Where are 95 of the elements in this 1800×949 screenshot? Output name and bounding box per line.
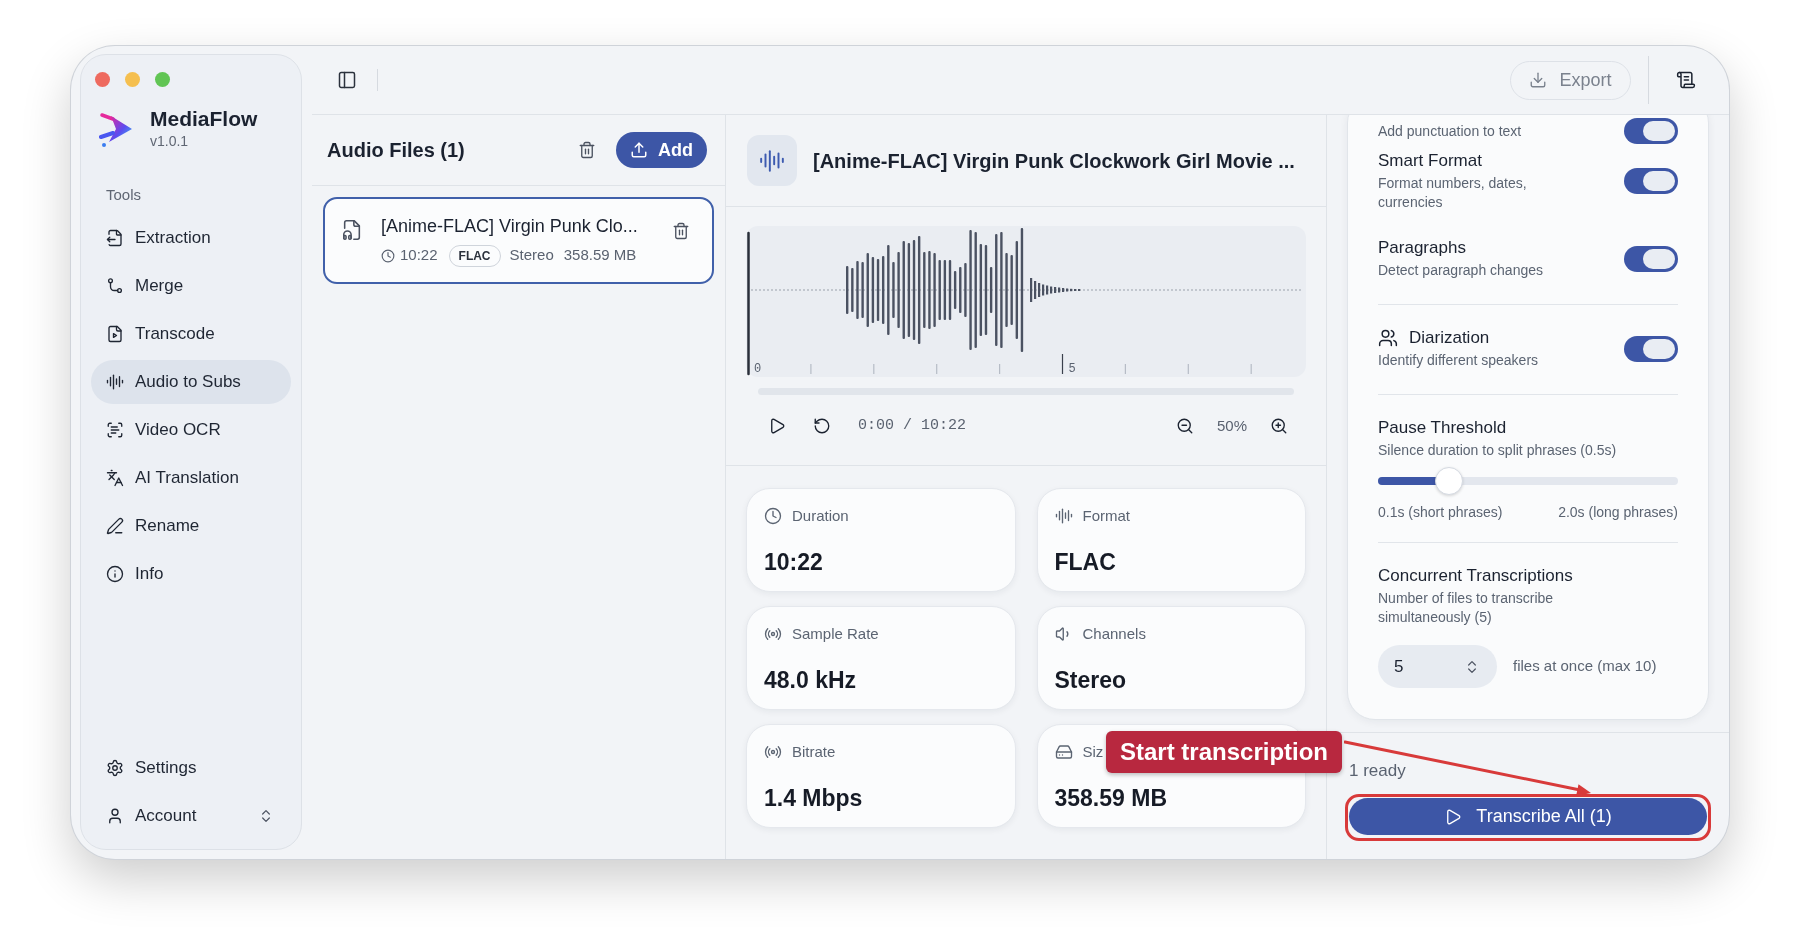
- setting-title: Concurrent Transcriptions: [1378, 565, 1573, 587]
- waveform-icon: [747, 135, 797, 186]
- upload-icon: [630, 141, 648, 159]
- slider-track[interactable]: [1378, 467, 1678, 495]
- sidebar-item[interactable]: Info: [91, 552, 291, 596]
- setting-description: Detect paragraph changes: [1378, 261, 1543, 280]
- broadcast-icon: [764, 625, 782, 643]
- channels-text: Stereo: [509, 245, 554, 266]
- toggle-switch[interactable]: [1624, 245, 1678, 272]
- setting-title: Pause Threshold: [1378, 417, 1507, 439]
- add-button[interactable]: Add: [616, 132, 707, 168]
- sidebar-item[interactable]: Rename: [91, 504, 291, 548]
- scroll-icon[interactable]: [1676, 70, 1696, 90]
- info-label: Siz: [1082, 741, 1104, 762]
- info-label: Channels: [1082, 623, 1146, 644]
- download-icon: [1529, 71, 1548, 89]
- info-label: Sample Rate: [792, 623, 879, 644]
- users-icon: [1378, 328, 1398, 348]
- sidebar-item[interactable]: Settings: [91, 746, 291, 790]
- clock-icon: [381, 248, 395, 263]
- waveform-icon: [106, 373, 124, 391]
- toggle-switch[interactable]: [1624, 168, 1678, 194]
- duration-text: 10:22: [400, 245, 438, 266]
- setting-description: Format numbers, dates, currencies: [1378, 174, 1528, 212]
- sidebar-item[interactable]: Extraction: [91, 216, 291, 260]
- status-text: 1 ready: [1349, 761, 1406, 781]
- play-icon: [1444, 807, 1463, 826]
- file-name: [Anime-FLAC] Virgin Punk Clo...: [381, 214, 638, 237]
- transcribe-all-button[interactable]: Transcribe All (1): [1349, 798, 1707, 835]
- app-name: MediaFlow: [150, 107, 258, 131]
- info-icon: [106, 565, 124, 583]
- scan-text-icon: [106, 421, 124, 439]
- playhead-line[interactable]: [747, 231, 750, 376]
- info-value: 10:22: [764, 548, 823, 576]
- field-suffix: files at once (max 10): [1513, 656, 1657, 677]
- setting-title: Paragraphs: [1378, 237, 1466, 259]
- audio-file-item[interactable]: [Anime-FLAC] Virgin Punk Clo... 10:22 FLAC Stereo 358.59 MB: [323, 197, 714, 284]
- setting-title: Diarization: [1409, 327, 1490, 349]
- section-label: Tools: [106, 185, 142, 205]
- hard-drive-icon: [1054, 743, 1073, 761]
- sidebar-item[interactable]: Video OCR: [91, 408, 291, 452]
- trash-icon[interactable]: [672, 222, 690, 240]
- file-size-text: 358.59 MB: [563, 245, 637, 266]
- file-title: [Anime-FLAC] Virgin Punk Clockwork Girl Movie ...: [813, 148, 1295, 174]
- setting-description: Identify different speakers: [1378, 351, 1539, 370]
- settings-icon: [106, 759, 124, 777]
- info-label: Format: [1082, 505, 1130, 526]
- setting-description: Number of files to transcribe simultaneously (5): [1378, 589, 1555, 627]
- zoom-in-icon[interactable]: [1270, 417, 1288, 435]
- slider-thumb[interactable]: [1435, 467, 1464, 495]
- file-arrow-icon: [106, 229, 124, 247]
- file-play-icon: [106, 325, 124, 343]
- panel-title: Audio Files (1): [327, 138, 465, 163]
- logo-icon: [99, 110, 133, 148]
- branch-icon: [106, 277, 124, 295]
- close-window-button[interactable]: [95, 72, 110, 87]
- info-label: Duration: [792, 505, 849, 526]
- user-icon: [106, 807, 124, 825]
- broadcast-icon: [764, 743, 782, 761]
- time-label: 5: [1068, 362, 1076, 376]
- setting-description: Add punctuation to text: [1378, 121, 1522, 141]
- time-display: 0:00 / 10:22: [858, 415, 967, 436]
- slider-max-label: 2.0s (long phrases): [1558, 503, 1678, 522]
- sidebar-item[interactable]: Audio to Subs: [91, 360, 291, 404]
- translate-icon: [106, 469, 124, 487]
- waveform-icon: [1054, 507, 1073, 525]
- info-value: 1.4 Mbps: [764, 784, 863, 812]
- rotate-left-icon[interactable]: [813, 417, 831, 435]
- pen-icon: [106, 517, 124, 535]
- setting-description: Silence duration to split phrases (0.5s): [1378, 441, 1618, 460]
- number-field[interactable]: 5: [1378, 645, 1497, 688]
- waveform-panel[interactable]: 0 5: [746, 226, 1306, 377]
- slider-min-label: 0.1s (short phrases): [1378, 503, 1503, 522]
- info-value: Stereo: [1054, 666, 1127, 694]
- info-value: 358.59 MB: [1054, 784, 1167, 812]
- sidebar-item[interactable]: AI Translation: [91, 456, 291, 500]
- toggle-switch[interactable]: [1624, 118, 1678, 144]
- toggle-switch[interactable]: [1624, 335, 1678, 362]
- info-value: FLAC: [1054, 548, 1116, 576]
- play-icon[interactable]: [768, 417, 786, 435]
- clock-icon: [764, 507, 782, 525]
- file-headphones-icon: [341, 219, 363, 241]
- account-menu-button[interactable]: Account: [91, 794, 291, 838]
- zoom-out-icon[interactable]: [1175, 417, 1194, 435]
- setting-title: Smart Format: [1378, 150, 1482, 172]
- sidebar-toggle-icon[interactable]: [337, 70, 357, 90]
- sidebar-item[interactable]: Merge: [91, 264, 291, 308]
- zoom-level: 50%: [1216, 415, 1247, 436]
- info-label: Bitrate: [792, 741, 836, 762]
- app-version: v1.0.1: [150, 132, 189, 151]
- callout-label: Start transcription: [1106, 731, 1343, 773]
- time-label: 0: [754, 362, 762, 376]
- sidebar-item[interactable]: Transcode: [91, 312, 291, 356]
- trash-icon[interactable]: [578, 141, 596, 159]
- info-value: 48.0 kHz: [764, 666, 857, 694]
